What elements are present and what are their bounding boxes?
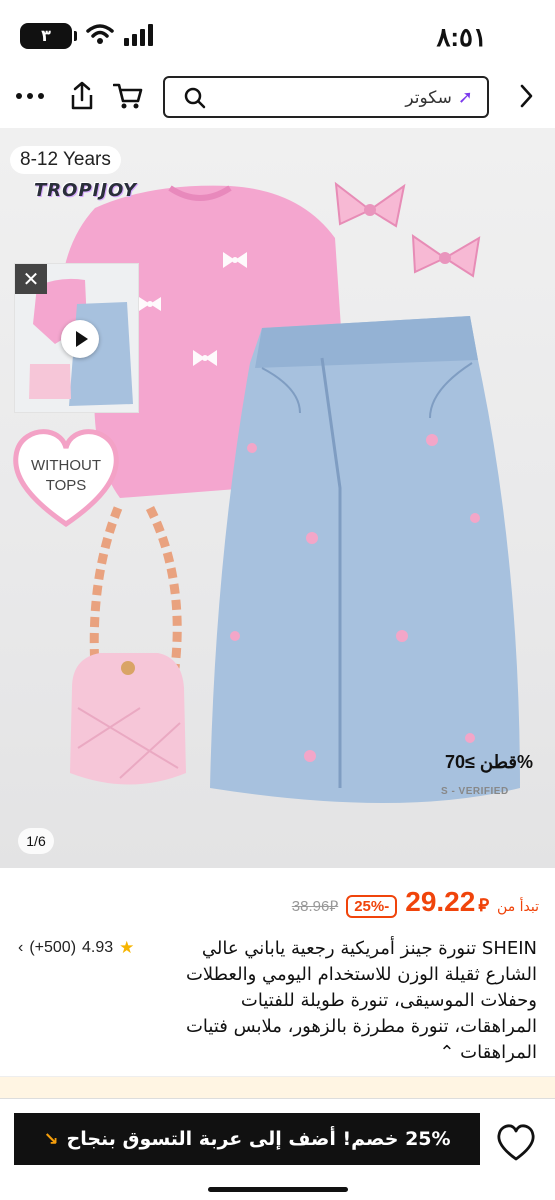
trend-arrow-icon: ↘ (43, 1128, 59, 1150)
wishlist-heart-icon[interactable] (494, 1121, 538, 1165)
promo-strip (0, 1076, 555, 1098)
status-bar: ٨:٥١ ٣ (0, 0, 555, 70)
current-price: 29.22 ⃁ (405, 886, 489, 918)
without-text-line-2: TOPS (45, 477, 87, 494)
battery-icon: ٣ (20, 23, 77, 49)
add-to-cart-label: 25% خصم! أضف إلى عربة التسوق بنجاح (66, 1128, 451, 1150)
product-title[interactable]: SHEIN تنورة جينز أمريكية رجعية ياباني عا… (185, 936, 537, 1066)
video-thumbnail[interactable]: ✕ (14, 263, 139, 413)
bottom-action-bar: 25% خصم! أضف إلى عربة التسوق بنجاح ↘ (0, 1098, 555, 1200)
play-icon[interactable] (61, 320, 99, 358)
cart-icon[interactable] (110, 78, 146, 114)
share-icon[interactable] (64, 78, 100, 114)
cellular-signal-icon (124, 24, 153, 46)
top-nav: سكوتر ➚ (0, 70, 555, 128)
rating-value: 4.93 (82, 939, 114, 956)
cotton-percentage-badge: %قطن ≥70 S - VERIFIED (425, 750, 537, 806)
star-icon: ★ (119, 938, 135, 957)
discount-badge: -25% (346, 895, 398, 918)
home-indicator (208, 1187, 348, 1192)
price-value: 29.22 (405, 886, 476, 917)
without-tops-text: WITHOUT TOPS (12, 456, 120, 496)
image-page-counter: 1/6 (18, 828, 54, 854)
search-icon (184, 87, 206, 109)
price-row: تبدأ من 29.22 ⃁ -25% 38.96⃁ (292, 886, 539, 918)
cotton-text: %قطن ≥70 (445, 752, 533, 772)
search-input[interactable]: سكوتر ➚ (163, 76, 489, 118)
product-image-gallery[interactable]: 8-12 Years TROPIJOY ✕ WITHOUT TOPS %قطن … (0, 128, 555, 868)
add-to-cart-button[interactable]: 25% خصم! أضف إلى عربة التسوق بنجاح ↘ (14, 1113, 480, 1165)
chevron-left-icon: ‹ (18, 939, 24, 956)
back-chevron-icon[interactable] (508, 78, 544, 114)
search-term: سكوتر ➚ (405, 87, 473, 108)
search-term-text: سكوتر (405, 87, 452, 108)
rating-summary[interactable]: ‹ (+500) 4.93 ★ (18, 938, 134, 958)
product-info: تبدأ من 29.22 ⃁ -25% 38.96⃁ ‹ (+500) 4.93… (0, 868, 555, 1098)
currency-symbol: ⃁ (478, 895, 490, 915)
more-options-icon[interactable] (12, 78, 48, 114)
price-from-label: تبدأ من (497, 899, 539, 915)
verified-text: S - VERIFIED (441, 786, 509, 797)
status-time: ٨:٥١ (436, 22, 487, 52)
original-price: 38.96⃁ (291, 898, 339, 915)
without-tops-badge: WITHOUT TOPS (12, 428, 120, 528)
review-count: (+500) (29, 939, 77, 956)
without-text-line-1: WITHOUT (31, 457, 101, 474)
age-range-label: 8-12 Years (10, 146, 121, 174)
brand-logo: TROPIJOY (34, 180, 138, 201)
wifi-icon (86, 24, 114, 44)
close-video-icon[interactable]: ✕ (15, 264, 47, 294)
trending-arrow-icon: ➚ (457, 87, 473, 108)
